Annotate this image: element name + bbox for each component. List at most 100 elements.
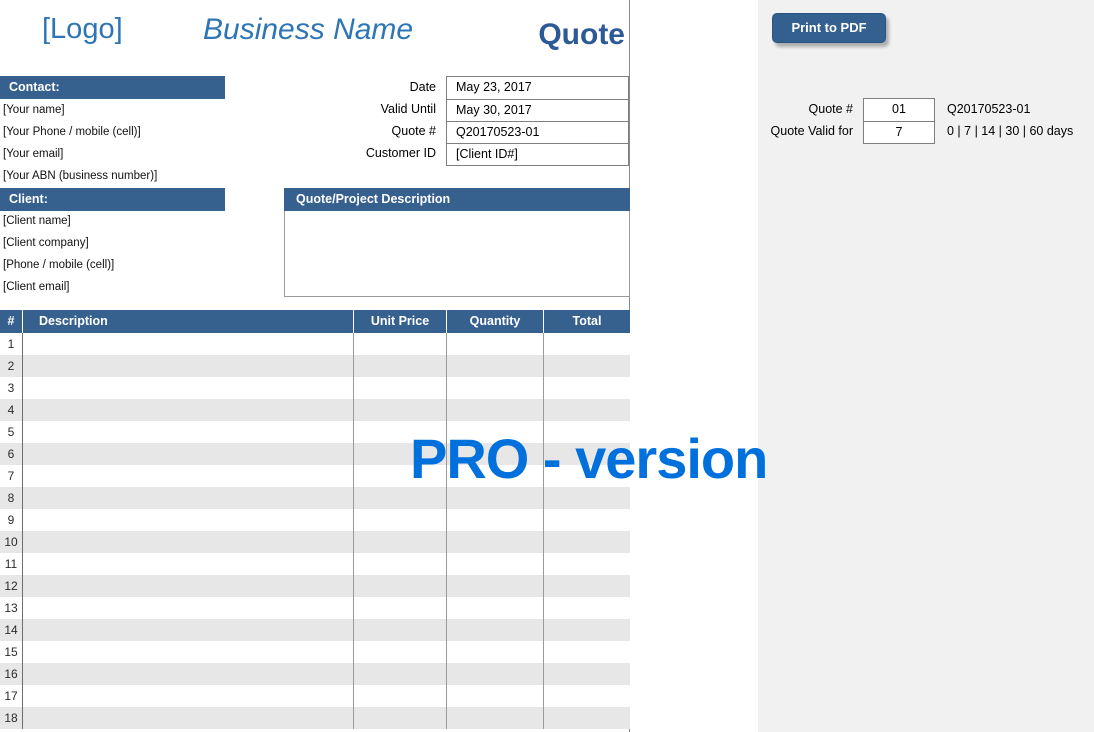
cell-total[interactable] xyxy=(543,597,630,619)
cell-unit-price[interactable] xyxy=(353,641,446,663)
date-field[interactable]: May 23, 2017 xyxy=(447,77,628,99)
cell-description[interactable] xyxy=(22,707,353,729)
customer-id-field[interactable]: [Client ID#] xyxy=(447,143,628,165)
contact-item-field[interactable]: [Your ABN (business number)] xyxy=(3,165,263,187)
cell-quantity[interactable] xyxy=(446,509,543,531)
quote-valid-hint: 0 | 7 | 14 | 30 | 60 days xyxy=(947,124,1074,138)
cell-description[interactable] xyxy=(22,553,353,575)
contact-item-field[interactable]: [Your email] xyxy=(3,143,263,165)
cell-description[interactable] xyxy=(22,641,353,663)
cell-quantity[interactable] xyxy=(446,399,543,421)
quote-info-labels: Date Valid Until Quote # Customer ID xyxy=(320,76,436,164)
cell-description[interactable] xyxy=(22,685,353,707)
cell-total[interactable] xyxy=(543,377,630,399)
table-row: 11 xyxy=(0,553,630,575)
cell-unit-price[interactable] xyxy=(353,531,446,553)
cell-quantity[interactable] xyxy=(446,597,543,619)
cell-description[interactable] xyxy=(22,443,353,465)
cell-quantity[interactable] xyxy=(446,663,543,685)
table-row: 14 xyxy=(0,619,630,641)
client-item-field[interactable]: [Phone / mobile (cell)] xyxy=(3,254,263,276)
table-row: 16 xyxy=(0,663,630,685)
cell-total[interactable] xyxy=(543,553,630,575)
cell-unit-price[interactable] xyxy=(353,663,446,685)
cell-unit-price[interactable] xyxy=(353,509,446,531)
cell-total[interactable] xyxy=(543,333,630,355)
cell-description[interactable] xyxy=(22,597,353,619)
valid-until-field[interactable]: May 30, 2017 xyxy=(447,99,628,121)
cell-description[interactable] xyxy=(22,377,353,399)
cell-description[interactable] xyxy=(22,465,353,487)
cell-quantity[interactable] xyxy=(446,377,543,399)
table-row: 15 xyxy=(0,641,630,663)
quote-info-values: May 23, 2017 May 30, 2017 Q20170523-01 [… xyxy=(446,76,629,166)
cell-description[interactable] xyxy=(22,531,353,553)
cell-quantity[interactable] xyxy=(446,619,543,641)
cell-total[interactable] xyxy=(543,707,630,729)
cell-unit-price[interactable] xyxy=(353,333,446,355)
contact-item-field[interactable]: [Your Phone / mobile (cell)] xyxy=(3,121,263,143)
cell-unit-price[interactable] xyxy=(353,553,446,575)
print-to-pdf-button[interactable]: Print to PDF xyxy=(772,13,886,43)
cell-unit-price[interactable] xyxy=(353,707,446,729)
cell-unit-price[interactable] xyxy=(353,355,446,377)
row-number: 16 xyxy=(4,667,18,681)
table-row: 4 xyxy=(0,399,630,421)
row-number: 1 xyxy=(7,337,15,351)
cell-unit-price[interactable] xyxy=(353,377,446,399)
cell-total[interactable] xyxy=(543,619,630,641)
cell-quantity[interactable] xyxy=(446,685,543,707)
cell-description[interactable] xyxy=(22,487,353,509)
column-header-total: Total xyxy=(543,310,630,333)
client-item-field[interactable]: [Client company] xyxy=(3,232,263,254)
cell-unit-price[interactable] xyxy=(353,619,446,641)
cell-total[interactable] xyxy=(543,575,630,597)
cell-total[interactable] xyxy=(543,663,630,685)
table-row: 17 xyxy=(0,685,630,707)
contact-items: [Your name] [Your Phone / mobile (cell)][… xyxy=(3,99,263,187)
table-row: 2 xyxy=(0,355,630,377)
cell-unit-price[interactable] xyxy=(353,575,446,597)
cell-quantity[interactable] xyxy=(446,531,543,553)
client-item-field[interactable]: [Client name] xyxy=(3,210,263,232)
valid-until-label: Valid Until xyxy=(380,102,436,116)
cell-total[interactable] xyxy=(543,509,630,531)
cell-quantity[interactable] xyxy=(446,333,543,355)
cell-total[interactable] xyxy=(543,531,630,553)
cell-unit-price[interactable] xyxy=(353,597,446,619)
cell-description[interactable] xyxy=(22,619,353,641)
client-item-field[interactable]: [Client email] xyxy=(3,276,263,298)
cell-quantity[interactable] xyxy=(446,355,543,377)
cell-quantity[interactable] xyxy=(446,707,543,729)
cell-quantity[interactable] xyxy=(446,641,543,663)
logo-placeholder[interactable]: [Logo] xyxy=(42,13,123,46)
cell-total[interactable] xyxy=(543,685,630,707)
row-number: 11 xyxy=(4,557,18,571)
cell-total[interactable] xyxy=(543,399,630,421)
cell-unit-price[interactable] xyxy=(353,399,446,421)
cell-description[interactable] xyxy=(22,575,353,597)
row-number: 4 xyxy=(7,403,15,417)
quote-number-field[interactable]: Q20170523-01 xyxy=(447,121,628,143)
description-field[interactable] xyxy=(284,211,630,297)
business-name[interactable]: Business Name xyxy=(203,13,413,47)
cell-total[interactable] xyxy=(543,641,630,663)
quote-number-input[interactable]: 01 xyxy=(864,99,934,121)
contact-item-field[interactable]: [Your name] xyxy=(3,99,263,121)
row-number: 5 xyxy=(7,425,15,439)
table-row: 10 xyxy=(0,531,630,553)
cell-description[interactable] xyxy=(22,355,353,377)
cell-description[interactable] xyxy=(22,333,353,355)
cell-quantity[interactable] xyxy=(446,575,543,597)
cell-description[interactable] xyxy=(22,663,353,685)
side-panel-hints: Q20170523-01 0 | 7 | 14 | 30 | 60 days xyxy=(947,98,1092,142)
cell-description[interactable] xyxy=(22,399,353,421)
column-header-quantity: Quantity xyxy=(446,310,543,333)
quote-valid-input[interactable]: 7 xyxy=(864,121,934,143)
cell-total[interactable] xyxy=(543,355,630,377)
cell-quantity[interactable] xyxy=(446,553,543,575)
cell-description[interactable] xyxy=(22,509,353,531)
table-row: 12 xyxy=(0,575,630,597)
cell-unit-price[interactable] xyxy=(353,685,446,707)
cell-description[interactable] xyxy=(22,421,353,443)
